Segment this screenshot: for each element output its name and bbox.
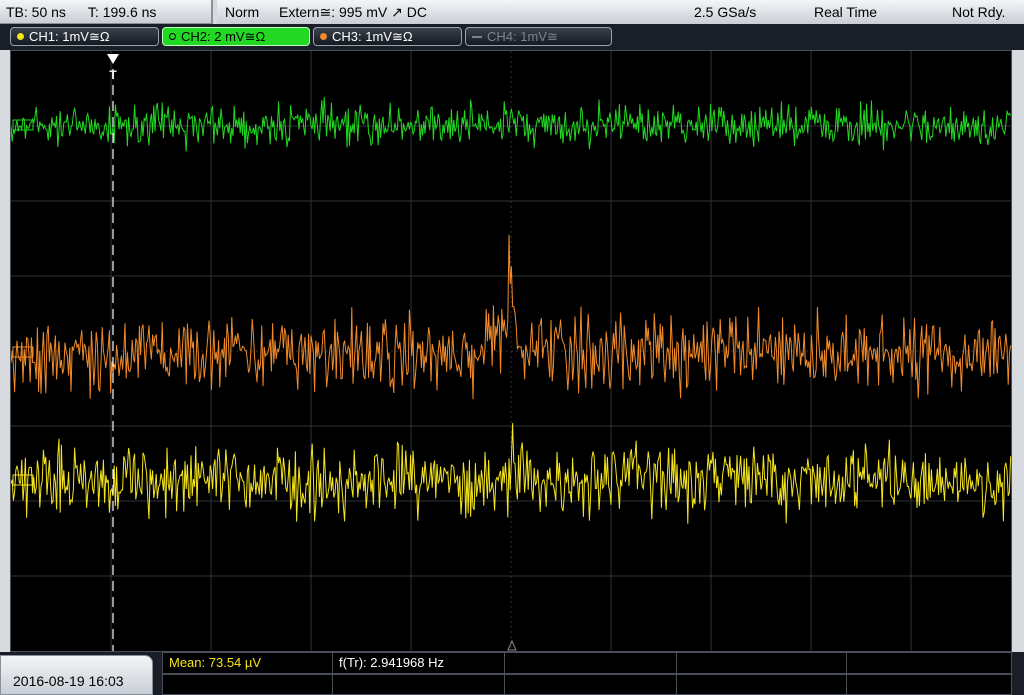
ch3-button[interactable]: CH3: 1mV≅Ω — [313, 27, 462, 46]
frequency-measurement: f(Tr): 2.941968 Hz — [333, 653, 505, 673]
ch4-label: CH4: 1mV≅ — [487, 28, 558, 44]
waveform-display[interactable]: T — [10, 50, 1012, 652]
acquisition-status: Not Rdy. — [952, 4, 1006, 20]
measurement-slot-7 — [333, 674, 505, 694]
measurement-slot-6 — [163, 674, 333, 694]
timebase-panel[interactable]: TB: 50 ns T: 199.6 ns — [0, 0, 213, 24]
mean-measurement: Mean: 73.54 µV — [163, 653, 333, 673]
ch4-button[interactable]: CH4: 1mV≅ — [465, 27, 612, 46]
measurement-slot-5 — [847, 653, 1013, 673]
ch4-off-indicator — [472, 35, 482, 38]
trigger-mode: Norm — [225, 4, 260, 20]
ch2-color-dot — [169, 33, 176, 40]
horizontal-position-marker-icon[interactable] — [507, 639, 517, 651]
ch1-button[interactable]: CH1: 1mV≅Ω — [10, 27, 159, 46]
measurement-slot-4 — [677, 653, 847, 673]
ch3-label: CH3: 1mV≅Ω — [332, 28, 413, 44]
ch2-button[interactable]: CH2: 2 mV≅Ω — [162, 27, 310, 46]
ch1-label: CH1: 1mV≅Ω — [29, 28, 110, 44]
ch1-color-dot — [17, 33, 24, 40]
waveform-canvas: T — [11, 51, 1011, 651]
sample-rate: 2.5 GSa/s — [694, 4, 757, 20]
ch1-waveform — [11, 423, 1011, 524]
measurement-panel[interactable]: Mean: 73.54 µV f(Tr): 2.941968 Hz — [162, 652, 1013, 695]
datetime-panel: 2016-08-19 16:03 — [0, 655, 153, 695]
datetime-readout: 2016-08-19 16:03 — [13, 673, 124, 689]
trigger-time-readout: T: 199.6 ns — [87, 3, 157, 20]
measurement-slot-10 — [847, 674, 1013, 694]
trigger-source: Extern≅: 995 mV ↗ DC — [279, 4, 427, 20]
ch3-color-dot — [320, 33, 327, 40]
timebase-readout: TB: 50 ns — [6, 3, 66, 20]
measurement-slot-8 — [505, 674, 677, 694]
trigger-position-arrow-icon[interactable] — [107, 54, 119, 64]
ch2-label: CH2: 2 mV≅Ω — [181, 28, 266, 44]
ch2-waveform — [11, 97, 1011, 152]
measurement-slot-3 — [505, 653, 677, 673]
trigger-status-bar[interactable]: Norm Extern≅: 995 mV ↗ DC 2.5 GSa/s Real… — [217, 0, 1024, 25]
measurement-slot-9 — [677, 674, 847, 694]
channel-bar: CH1: 1mV≅Ω CH2: 2 mV≅Ω CH3: 1mV≅Ω CH4: 1… — [0, 24, 1024, 50]
acquisition-mode: Real Time — [814, 4, 878, 20]
trigger-marker-label: T — [109, 68, 117, 82]
